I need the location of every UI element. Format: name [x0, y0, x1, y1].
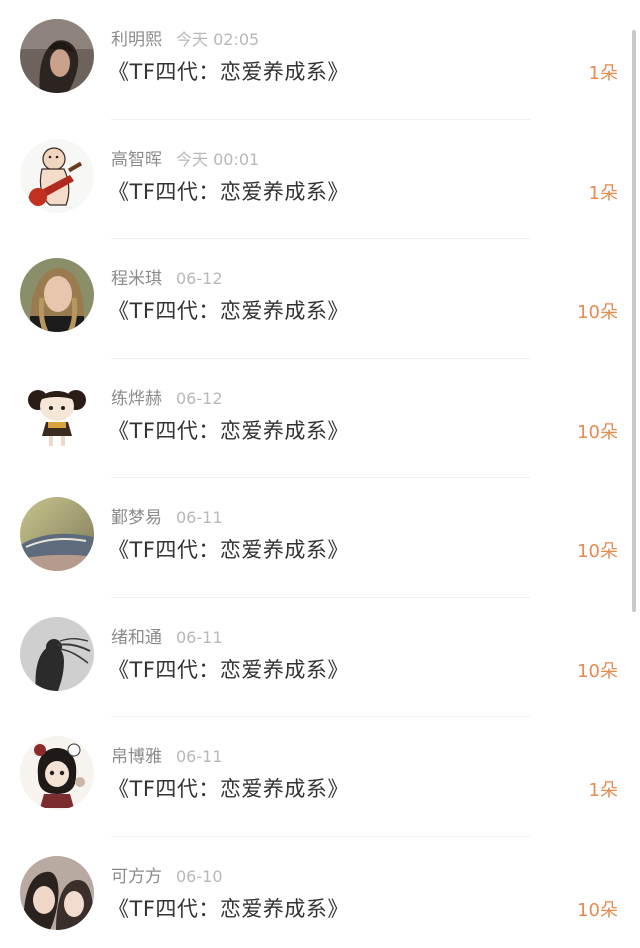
username[interactable]: 利明熙	[111, 30, 162, 50]
timestamp: 06-11	[176, 747, 223, 766]
flower-count: 10朵	[577, 899, 618, 921]
gift-title: 《TF四代：恋爱养成系》	[108, 299, 349, 323]
item-meta: 可方方 06-10	[111, 866, 223, 888]
gift-title: 《TF四代：恋爱养成系》	[108, 896, 349, 921]
gift-record-list[interactable]: 利明熙 今天 02:05 《TF四代：恋爱养成系》 1朵 高智晖 今天 00:0…	[0, 0, 640, 948]
list-item[interactable]: 帛博雅 06-11 《TF四代：恋爱养成系》 1朵	[0, 717, 640, 837]
gift-title: 《TF四代：恋爱养成系》	[108, 60, 349, 84]
avatar-image	[20, 616, 94, 691]
username[interactable]: 可方方	[111, 867, 162, 887]
list-item[interactable]: 高智晖 今天 00:01 《TF四代：恋爱养成系》 1朵	[0, 120, 640, 239]
username[interactable]: 鄞梦易	[111, 508, 162, 528]
timestamp: 06-11	[176, 508, 223, 527]
item-meta: 帛博雅 06-11	[111, 746, 223, 768]
avatar[interactable]	[20, 258, 94, 332]
timestamp: 06-10	[176, 866, 223, 886]
list-item[interactable]: 练烨赫 06-12 《TF四代：恋爱养成系》 10朵	[0, 359, 640, 478]
list-item[interactable]: 利明熙 今天 02:05 《TF四代：恋爱养成系》 1朵	[0, 0, 640, 120]
username[interactable]: 程米琪	[111, 269, 162, 289]
avatar[interactable]	[20, 736, 94, 810]
avatar-image	[20, 377, 94, 452]
gift-title: 《TF四代：恋爱养成系》	[108, 777, 349, 801]
list-item[interactable]: 可方方 06-10 《TF四代：恋爱养成系》 10朵	[0, 837, 640, 948]
item-meta: 程米琪 06-12	[111, 268, 223, 290]
username[interactable]: 绪和通	[111, 628, 162, 648]
flower-count: 10朵	[577, 302, 618, 323]
item-meta: 高智晖 今天 00:01	[111, 149, 259, 171]
list-item[interactable]: 程米琪 06-12 《TF四代：恋爱养成系》 10朵	[0, 239, 640, 359]
username[interactable]: 高智晖	[111, 150, 162, 170]
timestamp: 今天 00:01	[176, 149, 260, 169]
item-meta: 练烨赫 06-12	[111, 388, 223, 410]
flower-count: 10朵	[577, 421, 618, 443]
timestamp: 今天 02:05	[176, 30, 260, 49]
list-item[interactable]: 鄞梦易 06-11 《TF四代：恋爱养成系》 10朵	[0, 478, 640, 598]
flower-count: 10朵	[577, 660, 618, 682]
item-meta: 绪和通 06-11	[111, 627, 223, 649]
flower-count: 10朵	[577, 541, 618, 562]
avatar[interactable]	[20, 19, 94, 93]
username[interactable]: 帛博雅	[111, 747, 162, 767]
item-meta: 鄞梦易 06-11	[111, 507, 223, 529]
timestamp: 06-11	[176, 627, 223, 647]
timestamp: 06-12	[176, 269, 223, 288]
avatar[interactable]	[20, 497, 94, 571]
gift-title: 《TF四代：恋爱养成系》	[108, 538, 349, 562]
avatar-image	[20, 855, 94, 930]
gift-record-screen: 利明熙 今天 02:05 《TF四代：恋爱养成系》 1朵 高智晖 今天 00:0…	[0, 0, 640, 948]
gift-title: 《TF四代：恋爱养成系》	[108, 657, 349, 682]
timestamp: 06-12	[176, 388, 223, 408]
avatar[interactable]	[20, 616, 94, 691]
avatar-image	[20, 736, 94, 810]
item-meta: 利明熙 今天 02:05	[111, 29, 259, 51]
gift-title: 《TF四代：恋爱养成系》	[108, 418, 349, 443]
scrollbar[interactable]	[632, 30, 636, 612]
username[interactable]: 练烨赫	[111, 389, 162, 409]
avatar-image	[20, 258, 94, 332]
flower-count: 1朵	[588, 182, 618, 204]
gift-title: 《TF四代：恋爱养成系》	[108, 179, 349, 204]
avatar[interactable]	[20, 377, 94, 452]
avatar[interactable]	[20, 855, 94, 930]
flower-count: 1朵	[588, 63, 618, 84]
avatar-image	[20, 19, 94, 93]
flower-count: 1朵	[588, 780, 618, 801]
avatar-image	[20, 138, 94, 213]
avatar[interactable]	[20, 138, 94, 213]
avatar-image	[20, 497, 94, 571]
list-item[interactable]: 绪和通 06-11 《TF四代：恋爱养成系》 10朵	[0, 598, 640, 717]
